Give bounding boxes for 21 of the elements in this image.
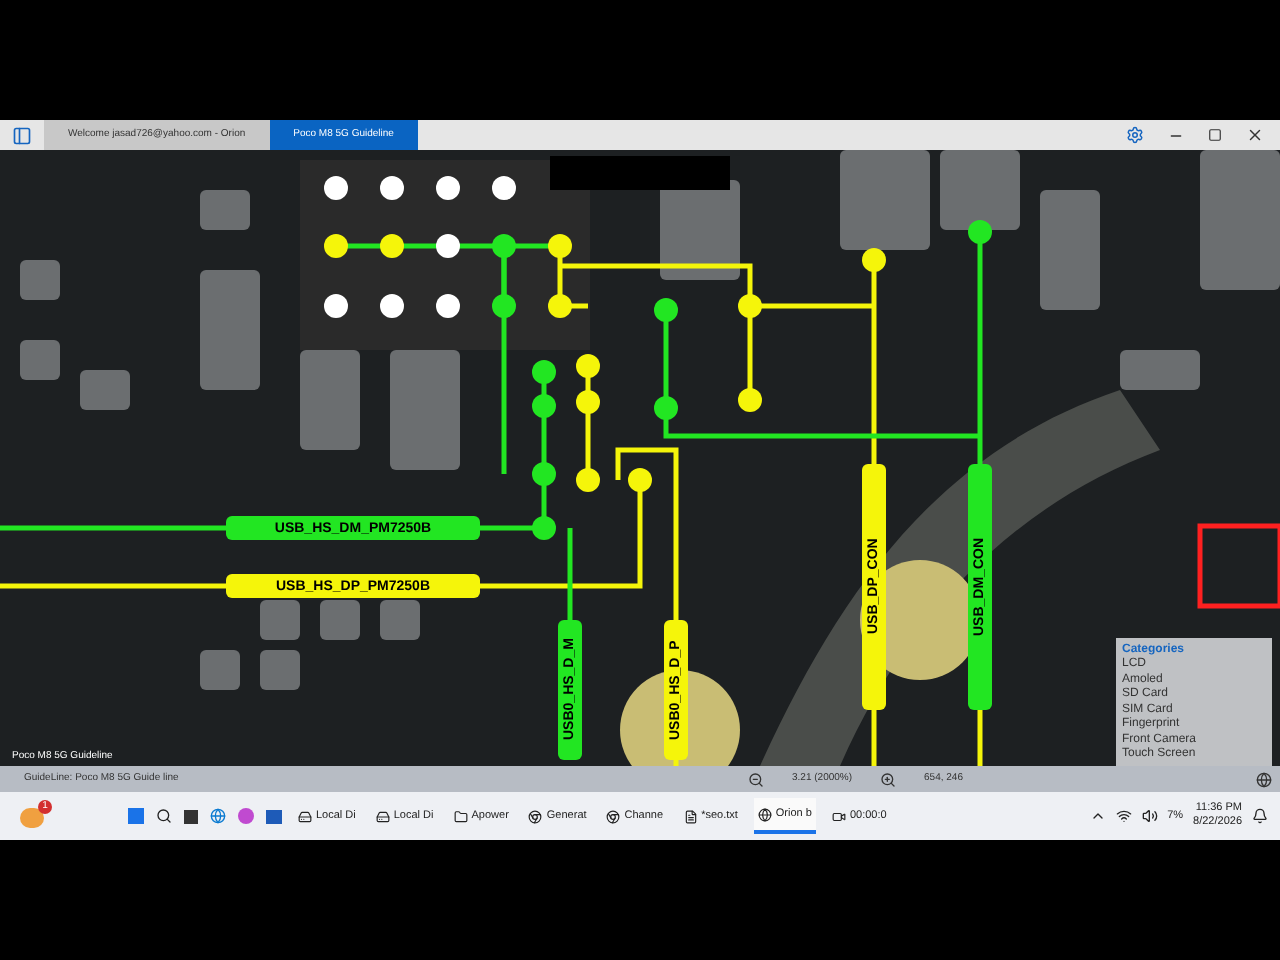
browser-icon: [528, 809, 543, 823]
settings-icon[interactable]: [1126, 126, 1144, 144]
volume-icon[interactable]: [1141, 808, 1158, 824]
search-icon[interactable]: [156, 808, 172, 824]
camera-icon: [831, 809, 846, 823]
tray-overflow-icon[interactable]: [1089, 808, 1106, 824]
notifications-icon[interactable]: [1252, 808, 1268, 824]
folder-icon: [453, 809, 468, 823]
drive-icon: [375, 809, 390, 823]
document-icon: [683, 809, 698, 823]
wifi-icon[interactable]: [1115, 808, 1132, 824]
zoom-in-icon[interactable]: [880, 771, 897, 787]
browser-icon: [606, 809, 621, 823]
zoom-out-icon[interactable]: [748, 771, 764, 787]
close-icon[interactable]: [1246, 126, 1264, 144]
browser-icon[interactable]: [210, 808, 226, 824]
restore-icon[interactable]: [1208, 128, 1222, 142]
app-menu-icon[interactable]: [12, 125, 32, 145]
globe-icon: [757, 807, 772, 821]
drive-icon: [298, 809, 312, 823]
globe-icon[interactable]: [1256, 771, 1272, 787]
